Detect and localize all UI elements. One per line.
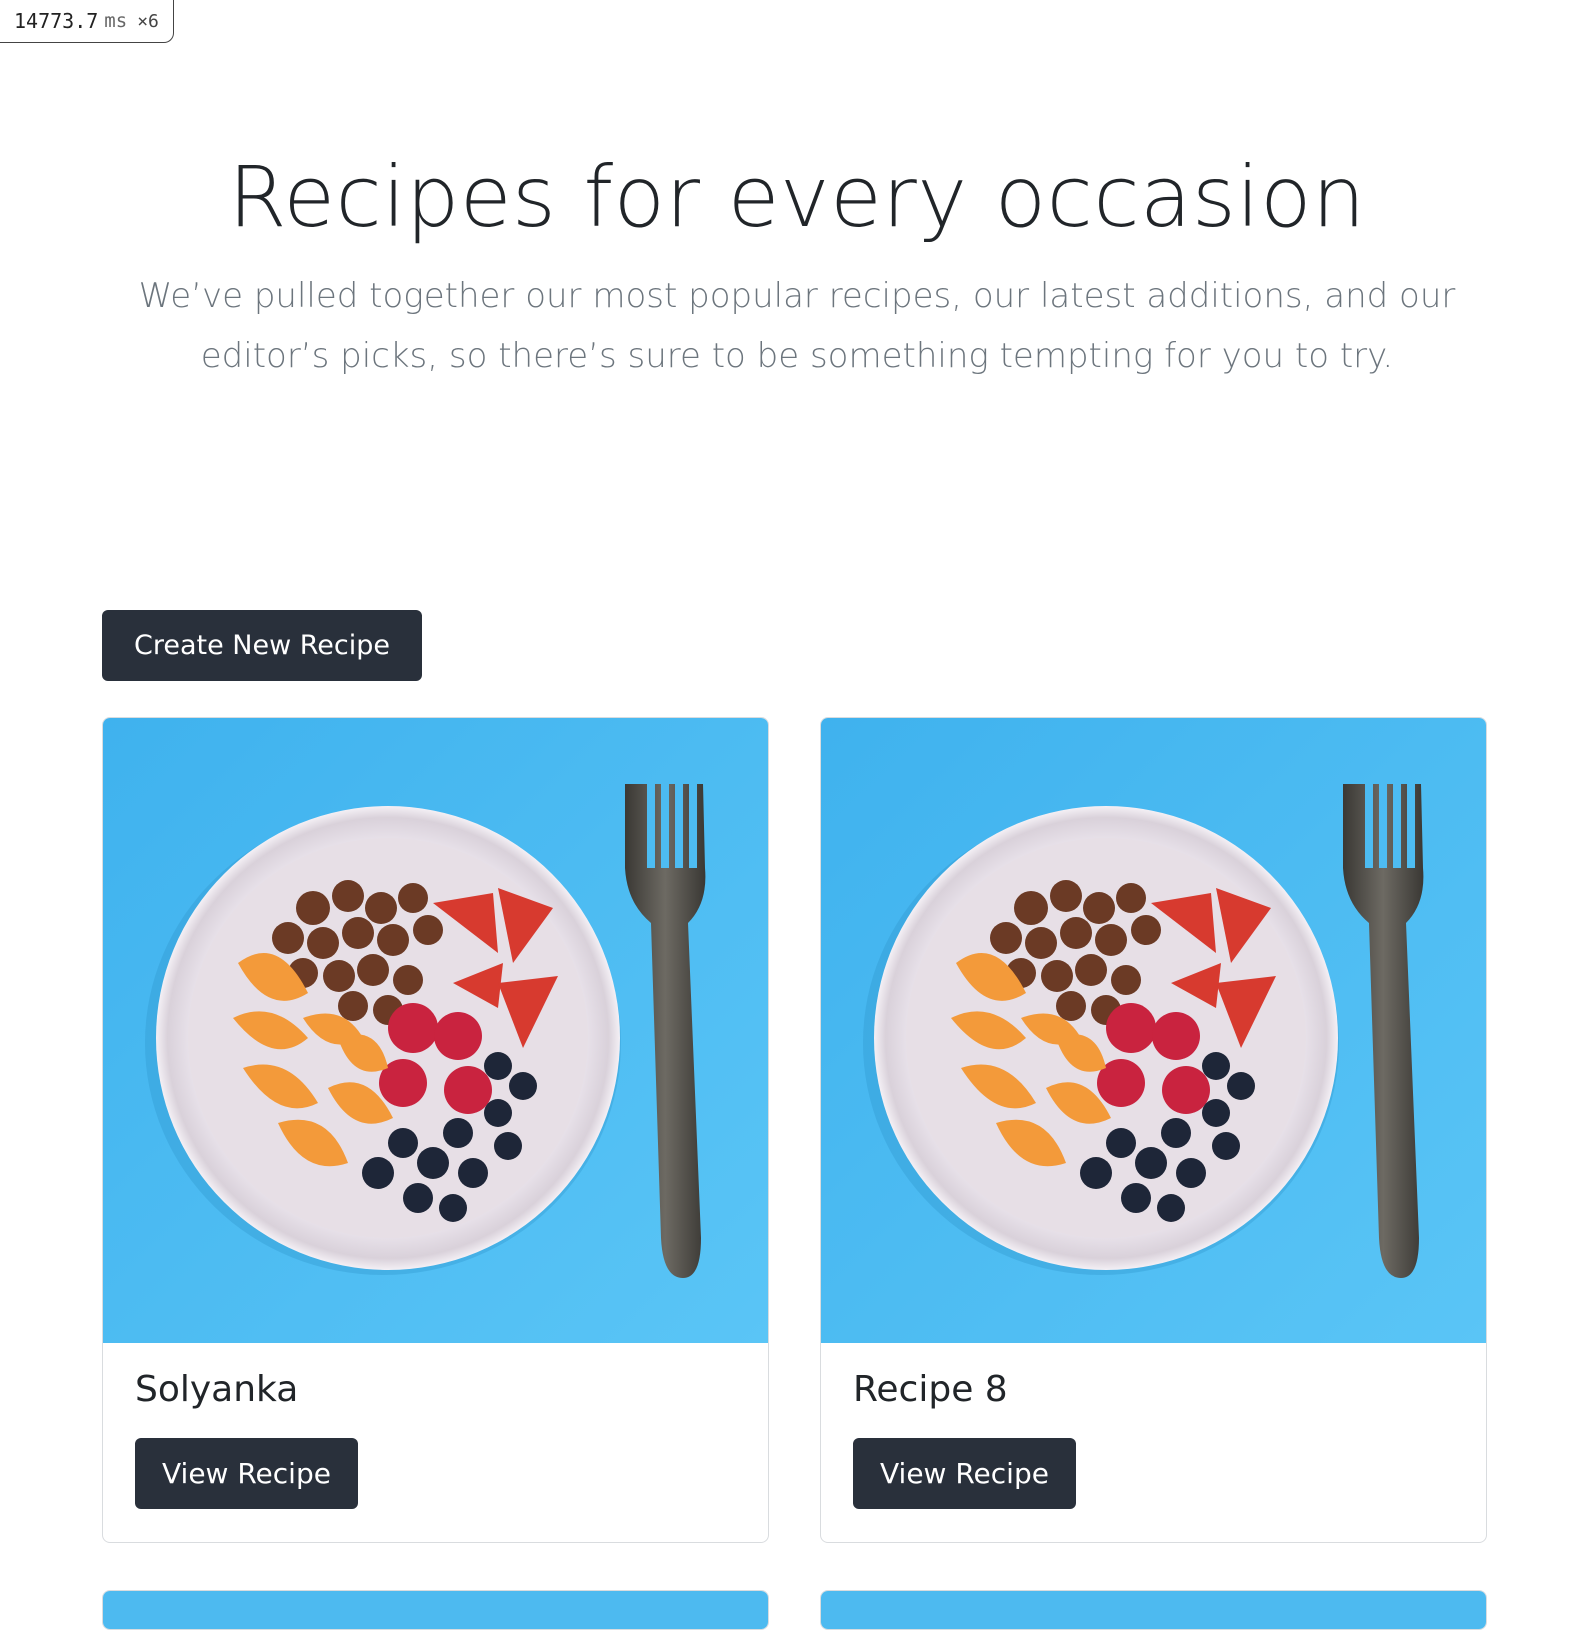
- recipe-image-peek: [103, 1591, 768, 1629]
- recipe-card-peek: [820, 1590, 1487, 1630]
- recipe-image: [103, 718, 768, 1343]
- recipe-card-body: Recipe 8 View Recipe: [821, 1343, 1486, 1542]
- recipe-title: Recipe 8: [853, 1369, 1008, 1410]
- recipe-image-peek: [821, 1591, 1486, 1629]
- recipe-card-body: Solyanka View Recipe: [103, 1343, 768, 1542]
- view-recipe-button[interactable]: View Recipe: [135, 1438, 358, 1509]
- perf-unit: ms: [104, 10, 128, 32]
- perf-multiplier: ×6: [137, 10, 159, 32]
- create-new-recipe-button[interactable]: Create New Recipe: [102, 610, 422, 681]
- recipe-card: Recipe 8 View Recipe: [820, 717, 1487, 1543]
- recipe-card-peek: [102, 1590, 769, 1630]
- recipe-image: [821, 718, 1486, 1343]
- perf-badge: 14773.7 ms ×6: [0, 0, 174, 43]
- perf-value: 14773.7: [14, 9, 99, 33]
- recipe-card: Solyanka View Recipe: [102, 717, 769, 1543]
- recipe-title: Solyanka: [135, 1369, 299, 1410]
- view-recipe-button[interactable]: View Recipe: [853, 1438, 1076, 1509]
- page-title: Recipes for every occasion: [228, 148, 1366, 246]
- hero-lead: We’ve pulled together our most popular r…: [138, 276, 1456, 376]
